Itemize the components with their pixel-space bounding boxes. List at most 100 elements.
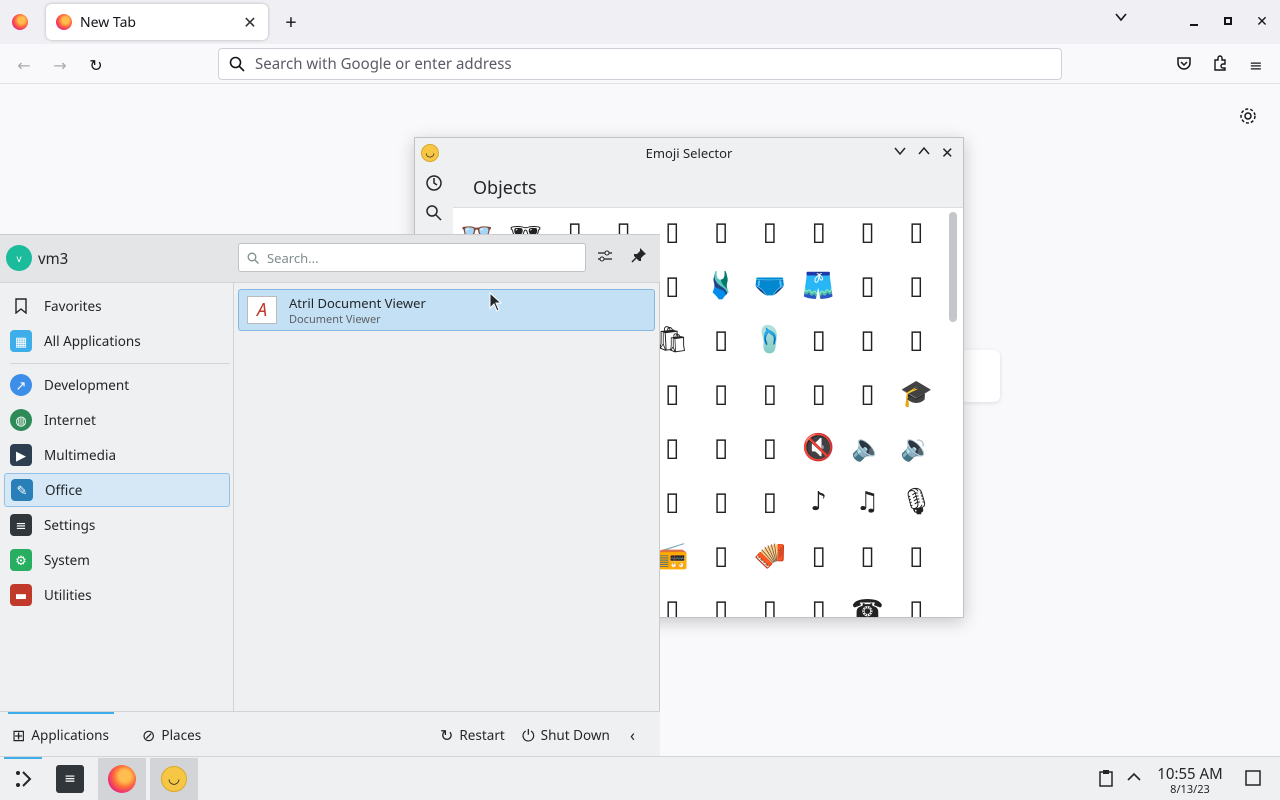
- emoji-cell[interactable]: ▯: [896, 266, 936, 306]
- forward-button[interactable]: →: [49, 54, 71, 76]
- category-label: Favorites: [44, 297, 102, 315]
- emoji-scrollbar[interactable]: [949, 212, 957, 322]
- tab-close-icon[interactable]: ✕: [238, 11, 262, 33]
- search-result-item[interactable]: A Atril Document Viewer Document Viewer: [238, 289, 655, 331]
- system-tray-expand-icon[interactable]: [1126, 769, 1142, 790]
- category-all-applications[interactable]: ▦ All Applications: [4, 324, 230, 358]
- emoji-cell[interactable]: ▯: [701, 320, 741, 360]
- task-emoji-selector[interactable]: ◡: [150, 758, 198, 800]
- emoji-cell[interactable]: ▯: [847, 374, 887, 414]
- emoji-cell[interactable]: ▯: [847, 536, 887, 576]
- customize-gear-icon[interactable]: [1238, 106, 1260, 128]
- power-icon: ⏻: [522, 724, 535, 746]
- emoji-cell[interactable]: ▯: [847, 212, 887, 252]
- emoji-cell[interactable]: ▯: [701, 374, 741, 414]
- emoji-close-button[interactable]: ✕: [941, 143, 957, 163]
- emoji-cell[interactable]: ▯: [799, 536, 839, 576]
- category-system[interactable]: ⚙ System: [4, 543, 230, 577]
- pocket-icon[interactable]: [1173, 54, 1195, 76]
- emoji-cell[interactable]: ▯: [896, 536, 936, 576]
- restart-button[interactable]: ↻ Restart: [440, 724, 505, 746]
- top-site-card[interactable]: [960, 350, 1000, 402]
- task-system-settings[interactable]: ≡: [46, 758, 94, 800]
- application-launcher: v vm3 Search... Favorites ▦ All Applicat…: [0, 234, 660, 757]
- emoji-cell[interactable]: ▯: [701, 590, 741, 617]
- recent-clock-icon[interactable]: [425, 174, 443, 197]
- tab-new-tab[interactable]: New Tab ✕: [46, 4, 268, 40]
- emoji-cell[interactable]: 🔇: [799, 428, 839, 468]
- tab-places[interactable]: ⊘ Places: [142, 724, 201, 746]
- emoji-cell[interactable]: ▯: [799, 212, 839, 252]
- back-button[interactable]: ←: [13, 54, 35, 76]
- emoji-cell[interactable]: ▯: [896, 590, 936, 617]
- list-all-tabs-button[interactable]: [1110, 10, 1132, 34]
- emoji-maximize-button[interactable]: [917, 144, 933, 162]
- firefox-menu-icon[interactable]: [12, 14, 28, 30]
- category-favorites[interactable]: Favorites: [4, 289, 230, 323]
- close-window-button[interactable]: ✕: [1252, 12, 1272, 32]
- category-settings[interactable]: ≡ Settings: [4, 508, 230, 542]
- category-internet[interactable]: ◍ Internet: [4, 403, 230, 437]
- restart-label: Restart: [459, 726, 505, 744]
- emoji-cell[interactable]: ▯: [701, 536, 741, 576]
- emoji-cell[interactable]: ☎: [847, 590, 887, 617]
- minimize-button[interactable]: [1184, 12, 1204, 32]
- clock-time[interactable]: 10:55 AM: [1150, 764, 1230, 784]
- maximize-button[interactable]: [1218, 12, 1238, 32]
- extensions-icon[interactable]: [1209, 54, 1231, 76]
- category-multimedia[interactable]: ▶ Multimedia: [4, 438, 230, 472]
- app-menu-icon[interactable]: ≡: [1245, 54, 1267, 76]
- clipboard-icon[interactable]: [1098, 769, 1114, 792]
- emoji-cell[interactable]: 🩳: [799, 266, 839, 306]
- emoji-cell[interactable]: ▯: [799, 590, 839, 617]
- emoji-cell[interactable]: ▯: [799, 374, 839, 414]
- category-development[interactable]: ↗ Development: [4, 368, 230, 402]
- emoji-cell[interactable]: ▯: [750, 482, 790, 522]
- configure-sliders-icon[interactable]: [594, 247, 616, 269]
- emoji-cell[interactable]: ▯: [750, 212, 790, 252]
- emoji-minimize-button[interactable]: [893, 144, 909, 162]
- emoji-cell[interactable]: 🪗: [750, 536, 790, 576]
- emoji-cell[interactable]: ▯: [750, 374, 790, 414]
- emoji-cell[interactable]: ▯: [701, 482, 741, 522]
- emoji-cell[interactable]: 🔉: [896, 428, 936, 468]
- emoji-cell[interactable]: 🎓: [896, 374, 936, 414]
- task-firefox[interactable]: [98, 758, 146, 800]
- emoji-cell[interactable]: ▯: [896, 320, 936, 360]
- emoji-cell[interactable]: ▯: [799, 320, 839, 360]
- emoji-cell[interactable]: 🩴: [750, 320, 790, 360]
- emoji-cell[interactable]: 🩲: [750, 266, 790, 306]
- launcher-search-input[interactable]: Search...: [238, 243, 586, 272]
- pin-icon[interactable]: [628, 247, 650, 269]
- chevron-left-icon: ‹: [630, 724, 635, 746]
- emoji-cell[interactable]: ♪: [799, 482, 839, 522]
- show-desktop-icon[interactable]: [1244, 769, 1262, 792]
- emoji-cell[interactable]: ▯: [750, 590, 790, 617]
- emoji-cell[interactable]: ♫: [847, 482, 887, 522]
- emoji-cell[interactable]: ▯: [847, 320, 887, 360]
- shutdown-button[interactable]: ⏻ Shut Down: [522, 724, 610, 746]
- emoji-cell[interactable]: 🩱: [701, 266, 741, 306]
- clock-date[interactable]: 8/13/23: [1150, 782, 1230, 797]
- address-placeholder: Search with Google or enter address: [255, 54, 512, 74]
- emoji-cell[interactable]: 🎙: [896, 482, 936, 522]
- username: vm3: [38, 249, 69, 269]
- category-utilities[interactable]: ▬ Utilities: [4, 578, 230, 612]
- emoji-cell[interactable]: ▯: [896, 212, 936, 252]
- office-icon: ✎: [11, 479, 33, 501]
- atril-app-icon: A: [247, 296, 277, 324]
- new-tab-button[interactable]: +: [280, 10, 302, 34]
- avatar[interactable]: v: [6, 245, 32, 271]
- emoji-cell[interactable]: ▯: [701, 428, 741, 468]
- more-session-options-button[interactable]: ‹: [630, 724, 641, 746]
- reload-button[interactable]: ↻: [85, 54, 107, 76]
- address-bar[interactable]: Search with Google or enter address: [218, 48, 1062, 80]
- emoji-cell[interactable]: ▯: [750, 428, 790, 468]
- emoji-cell[interactable]: ▯: [847, 266, 887, 306]
- emoji-cell[interactable]: ▯: [701, 212, 741, 252]
- emoji-cell[interactable]: 🔈: [847, 428, 887, 468]
- emoji-search-icon[interactable]: [425, 204, 443, 227]
- category-office[interactable]: ✎ Office: [4, 473, 230, 507]
- tab-applications[interactable]: ⊞ Applications: [12, 724, 109, 746]
- launcher-button[interactable]: [0, 758, 48, 800]
